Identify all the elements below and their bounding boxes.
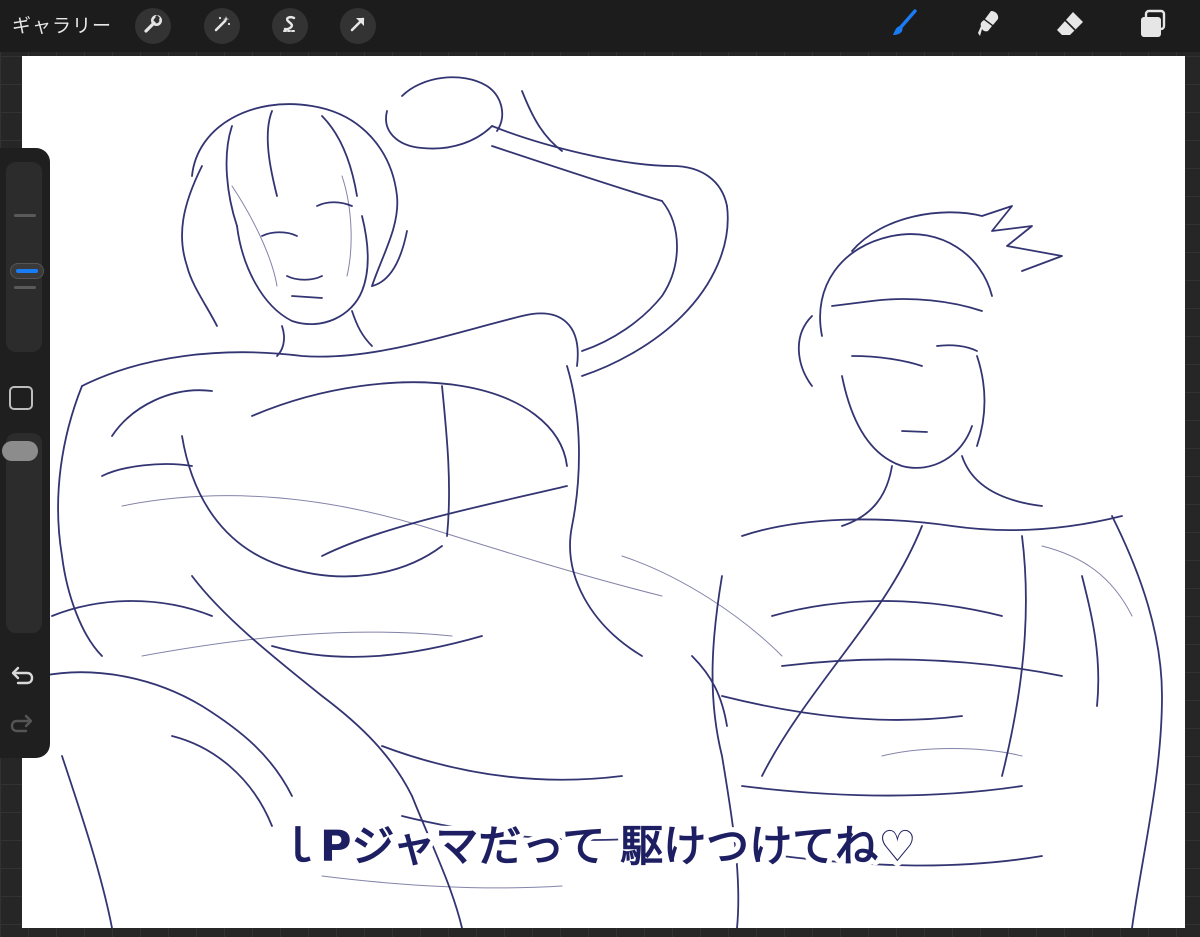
magic-wand-icon: [211, 13, 233, 39]
opacity-slider[interactable]: [2, 433, 42, 633]
actions-button[interactable]: [135, 8, 171, 44]
eraser-tool-button[interactable]: [1050, 6, 1090, 46]
smudge-tool-button[interactable]: [968, 6, 1008, 46]
transform-button[interactable]: [340, 8, 376, 44]
undo-icon: [9, 665, 35, 693]
selection-button[interactable]: [272, 8, 308, 44]
redo-icon: [9, 713, 35, 741]
slider-tick: [14, 286, 36, 289]
brush-size-fill: [16, 269, 38, 273]
undo-button[interactable]: [7, 666, 37, 692]
eraser-icon: [1053, 7, 1087, 45]
wrench-icon: [142, 13, 164, 39]
redo-button[interactable]: [7, 714, 37, 740]
top-toolbar: ギャラリー: [0, 0, 1200, 52]
smudge-icon: [971, 7, 1005, 45]
adjustments-button[interactable]: [204, 8, 240, 44]
transform-arrow-icon: [347, 13, 369, 39]
brush-tool-button[interactable]: [884, 6, 924, 46]
sketch-artwork: [41, 76, 1163, 928]
brush-size-thumb[interactable]: [10, 263, 44, 279]
left-sidebar: [0, 148, 50, 758]
layers-button[interactable]: [1133, 6, 1173, 46]
brush-icon: [887, 7, 921, 45]
modify-button[interactable]: [9, 386, 33, 410]
slider-tick: [14, 214, 36, 217]
brush-size-slider[interactable]: [6, 162, 44, 352]
selection-s-icon: [279, 13, 301, 39]
drawing-canvas[interactable]: ｌPジャマだって 駆けつけてね♡ ｌPジャマだって 駆けつけてね♡: [22, 56, 1185, 928]
layers-icon: [1136, 7, 1170, 45]
gallery-button[interactable]: ギャラリー: [12, 13, 112, 39]
opacity-thumb[interactable]: [2, 441, 38, 461]
